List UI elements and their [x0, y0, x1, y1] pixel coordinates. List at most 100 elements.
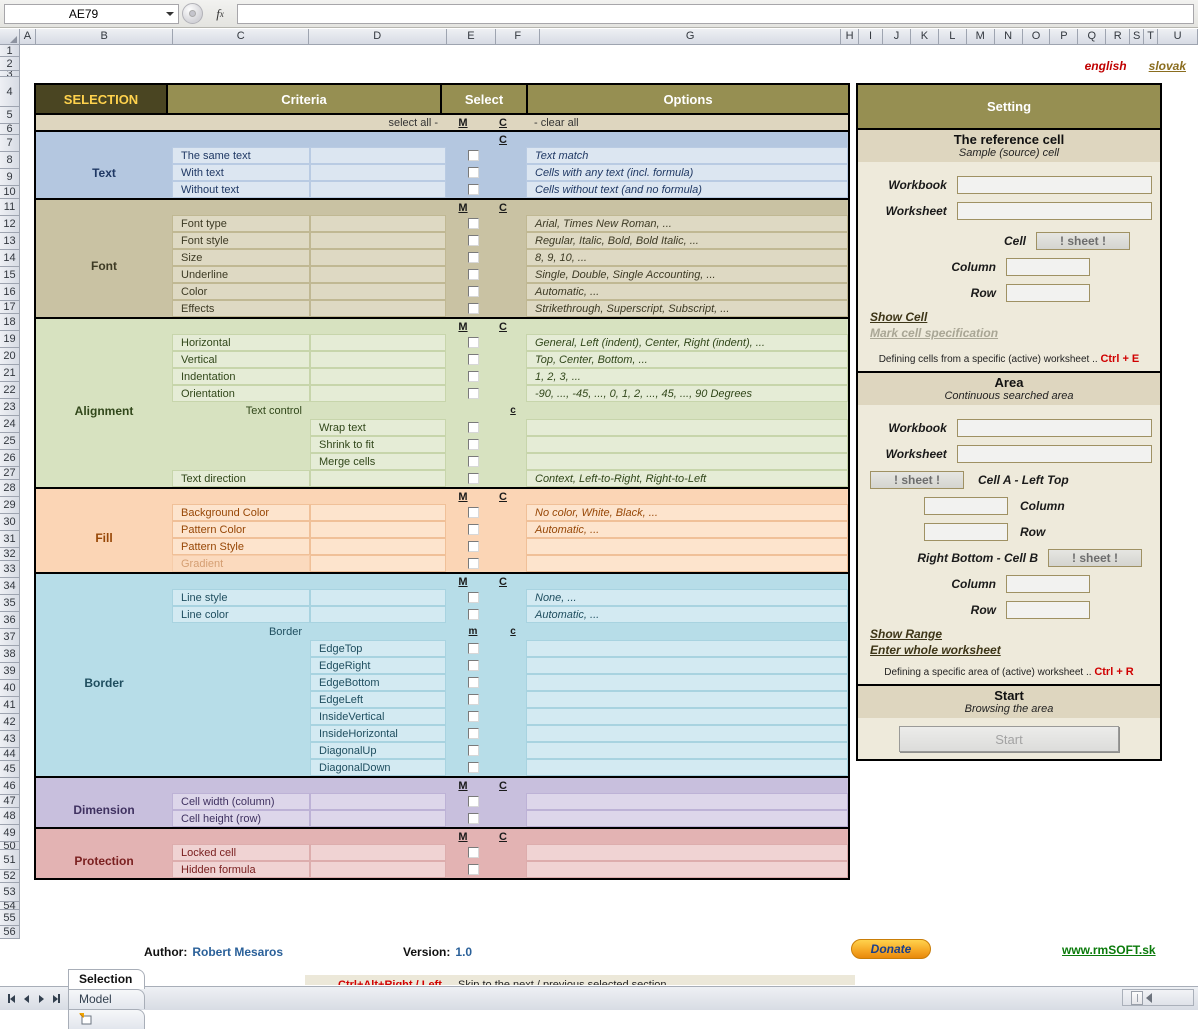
criteria-checkbox[interactable]: [467, 235, 479, 246]
insert-function-icon[interactable]: fx: [203, 3, 237, 24]
column-header-K[interactable]: K: [910, 29, 939, 45]
column-header-T[interactable]: T: [1144, 29, 1159, 45]
row-header-18[interactable]: 18: [0, 314, 20, 331]
row-header-38[interactable]: 38: [0, 646, 20, 663]
column-header-C[interactable]: C: [173, 29, 309, 45]
row-header-39[interactable]: 39: [0, 663, 20, 680]
start-button[interactable]: Start: [899, 726, 1119, 752]
row-header-6[interactable]: 6: [0, 124, 20, 135]
section-alignment-c-link[interactable]: C: [499, 321, 507, 333]
criteria-checkbox[interactable]: [467, 762, 479, 773]
criteria-checkbox[interactable]: [467, 456, 479, 467]
scroll-left-icon[interactable]: [1146, 992, 1152, 1003]
row-header-28[interactable]: 28: [0, 480, 20, 497]
select-all-corner[interactable]: [0, 29, 20, 45]
column-header-H[interactable]: H: [841, 29, 860, 45]
criteria-checkbox[interactable]: [467, 473, 479, 484]
row-header-43[interactable]: 43: [0, 731, 20, 748]
criteria-checkbox[interactable]: [467, 660, 479, 671]
cell-a-sheet-button[interactable]: ! sheet !: [870, 471, 964, 489]
row-header-4[interactable]: 4: [0, 77, 20, 107]
criteria-checkbox[interactable]: [467, 643, 479, 654]
row-header-56[interactable]: 56: [0, 926, 20, 939]
column-header-R[interactable]: R: [1106, 29, 1131, 45]
row-header-49[interactable]: 49: [0, 825, 20, 842]
column-header-U[interactable]: U: [1158, 29, 1198, 45]
ref-row-input[interactable]: [1006, 284, 1090, 302]
enter-whole-worksheet-link[interactable]: Enter whole worksheet: [866, 643, 1152, 657]
criteria-checkbox[interactable]: [467, 439, 479, 450]
section-fill-c-link[interactable]: C: [499, 491, 507, 503]
show-range-link[interactable]: Show Range: [866, 627, 1152, 641]
row-header-33[interactable]: 33: [0, 561, 20, 578]
column-header-A[interactable]: A: [19, 29, 36, 45]
criteria-checkbox[interactable]: [467, 813, 479, 824]
first-sheet-icon[interactable]: [4, 992, 18, 1006]
section-fill-m-link[interactable]: M: [458, 491, 467, 503]
criteria-checkbox[interactable]: [467, 507, 479, 518]
show-cell-link[interactable]: Show Cell: [866, 310, 1152, 324]
criteria-checkbox[interactable]: [467, 150, 479, 161]
row-header-1[interactable]: 1: [0, 45, 20, 57]
criteria-sub-c-link[interactable]: c: [510, 626, 516, 637]
area-column-b-input[interactable]: [1006, 575, 1090, 593]
row-header-47[interactable]: 47: [0, 795, 20, 808]
row-header-23[interactable]: 23: [0, 399, 20, 416]
row-header-53[interactable]: 53: [0, 883, 20, 902]
ref-workbook-input[interactable]: [956, 176, 1152, 194]
criteria-checkbox[interactable]: [467, 592, 479, 603]
criteria-checkbox[interactable]: [467, 371, 479, 382]
criteria-checkbox[interactable]: [467, 677, 479, 688]
row-header-44[interactable]: 44: [0, 748, 20, 761]
row-header-5[interactable]: 5: [0, 107, 20, 124]
row-header-50[interactable]: 50: [0, 842, 20, 850]
row-header-36[interactable]: 36: [0, 612, 20, 629]
row-header-8[interactable]: 8: [0, 152, 20, 169]
row-header-11[interactable]: 11: [0, 199, 20, 216]
criteria-checkbox[interactable]: [467, 864, 479, 875]
column-header-E[interactable]: E: [446, 29, 497, 45]
row-header-15[interactable]: 15: [0, 267, 20, 284]
row-header-7[interactable]: 7: [0, 135, 20, 152]
column-header-P[interactable]: P: [1050, 29, 1079, 45]
next-sheet-icon[interactable]: [34, 992, 48, 1006]
criteria-checkbox[interactable]: [467, 711, 479, 722]
criteria-checkbox[interactable]: [467, 218, 479, 229]
cancel-enter-icon[interactable]: [182, 3, 203, 24]
row-header-37[interactable]: 37: [0, 629, 20, 646]
column-header-Q[interactable]: Q: [1078, 29, 1107, 45]
row-header-27[interactable]: 27: [0, 467, 20, 480]
chevron-down-icon[interactable]: [162, 5, 178, 23]
section-dimension-m-link[interactable]: M: [458, 780, 467, 792]
row-header-12[interactable]: 12: [0, 216, 20, 233]
row-header-55[interactable]: 55: [0, 910, 20, 926]
column-header-I[interactable]: I: [859, 29, 884, 45]
area-row-a-input[interactable]: [924, 523, 1008, 541]
row-header-29[interactable]: 29: [0, 497, 20, 514]
column-header-O[interactable]: O: [1022, 29, 1051, 45]
row-header-22[interactable]: 22: [0, 382, 20, 399]
column-header-M[interactable]: M: [966, 29, 995, 45]
column-header-J[interactable]: J: [883, 29, 911, 45]
row-header-48[interactable]: 48: [0, 808, 20, 825]
column-header-D[interactable]: D: [308, 29, 447, 45]
criteria-checkbox[interactable]: [467, 609, 479, 620]
section-alignment-m-link[interactable]: M: [458, 321, 467, 333]
section-font-c-link[interactable]: C: [499, 202, 507, 214]
section-dimension-c-link[interactable]: C: [499, 780, 507, 792]
horizontal-scrollbar[interactable]: [1122, 989, 1194, 1006]
row-header-9[interactable]: 9: [0, 169, 20, 186]
column-header-S[interactable]: S: [1130, 29, 1145, 45]
row-header-45[interactable]: 45: [0, 761, 20, 778]
criteria-checkbox[interactable]: [467, 303, 479, 314]
row-header-20[interactable]: 20: [0, 348, 20, 365]
previous-sheet-icon[interactable]: [19, 992, 33, 1006]
section-border-m-link[interactable]: M: [458, 576, 467, 588]
criteria-checkbox[interactable]: [467, 694, 479, 705]
row-header-30[interactable]: 30: [0, 514, 20, 531]
donate-button[interactable]: Donate: [851, 939, 931, 959]
row-header-17[interactable]: 17: [0, 301, 20, 314]
criteria-checkbox[interactable]: [467, 252, 479, 263]
criteria-checkbox[interactable]: [467, 728, 479, 739]
insert-worksheet-icon[interactable]: [68, 1008, 146, 1029]
